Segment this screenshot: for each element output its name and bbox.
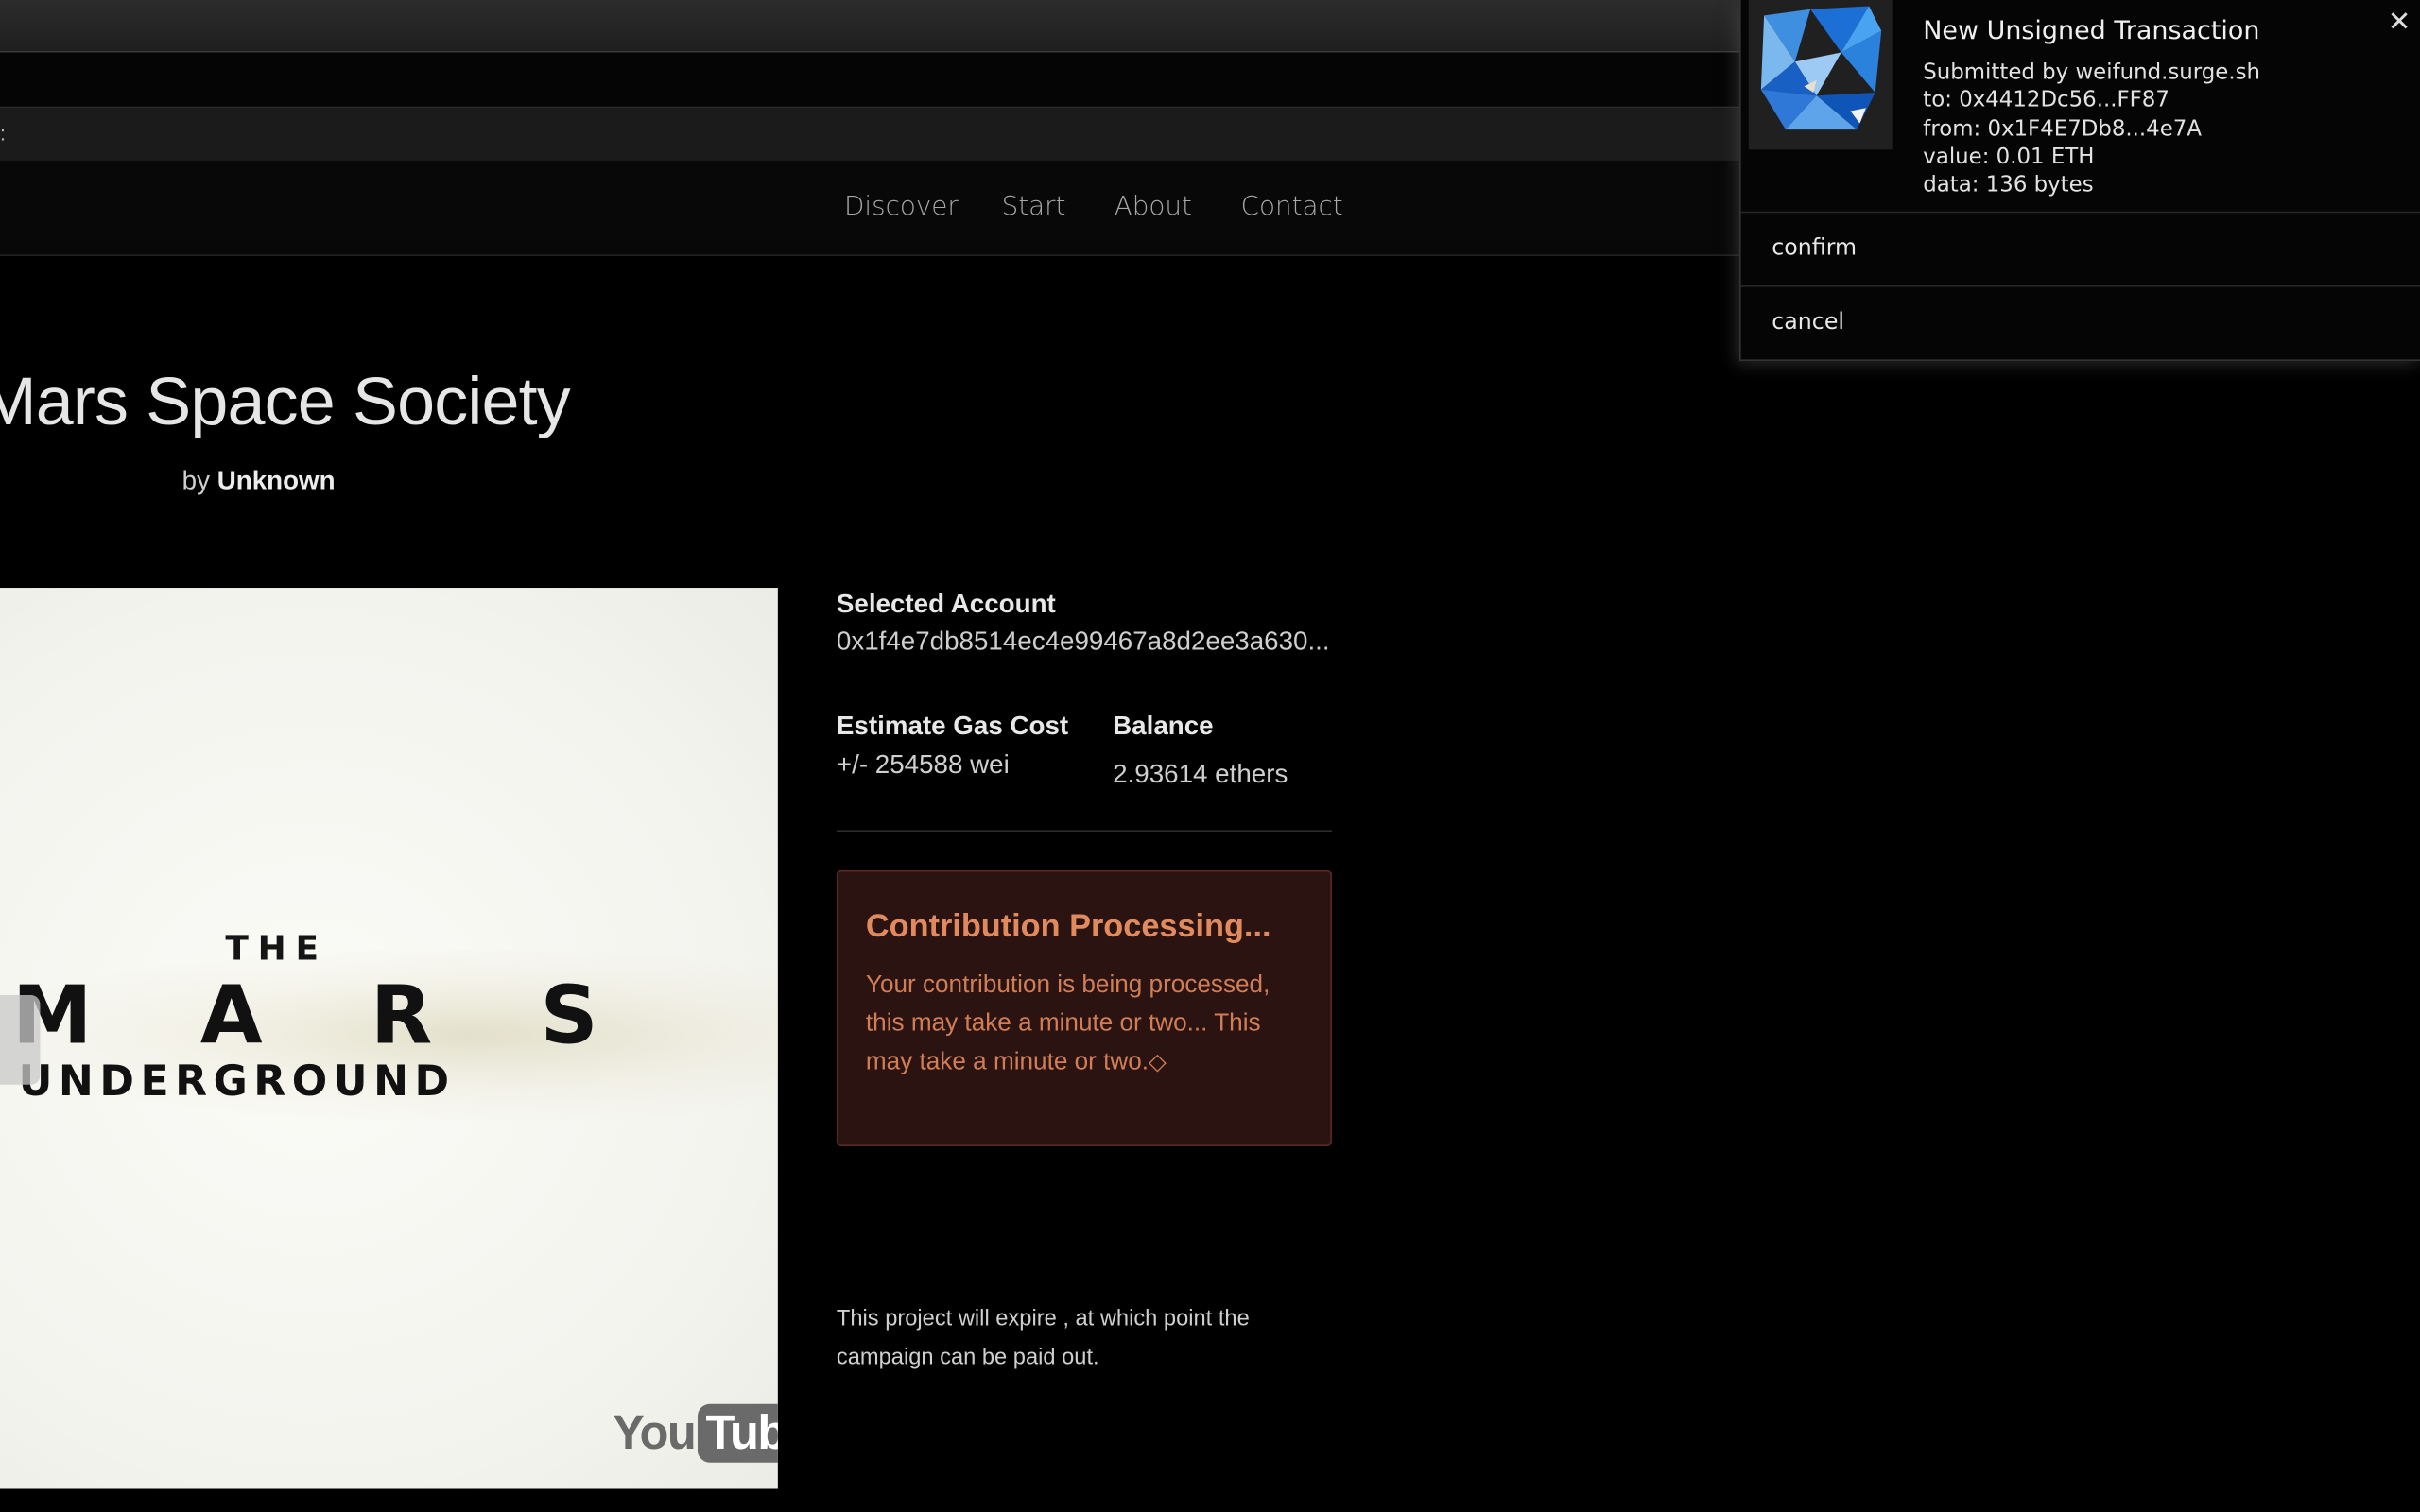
action-separator — [1740, 211, 2420, 214]
notification-value: value: 0.01 ETH — [1923, 145, 2095, 170]
alert-body: Your contribution is being processed, th… — [866, 966, 1313, 1081]
transaction-notification: ✕ New Unsigned Transaction Submitted by … — [1739, 0, 2420, 362]
gas-cost-value: +/- 254588 wei — [836, 749, 1010, 780]
balance-label: Balance — [1113, 711, 1214, 741]
notification-data: data: 136 bytes — [1923, 172, 2094, 198]
selected-account-value: 0x1f4e7db8514ec4e99467a8d2ee3a630... — [836, 626, 1330, 656]
confirm-label: confirm — [1772, 235, 1858, 261]
video-title-the: THE — [225, 930, 328, 970]
action-separator — [1740, 285, 2420, 287]
nav-start[interactable]: Start — [1002, 191, 1066, 222]
youtube-you-text: You — [613, 1405, 697, 1460]
confirm-button[interactable]: confirm — [1741, 215, 2420, 285]
youtube-tube-text: Tube — [698, 1403, 778, 1463]
notification-title: New Unsigned Transaction — [1923, 15, 2260, 45]
video-title-underground: UNDERGROUND — [18, 1058, 456, 1107]
close-icon[interactable]: ✕ — [2388, 7, 2411, 39]
byline: by Unknown — [182, 466, 336, 497]
cancel-button[interactable]: cancel — [1741, 288, 2420, 359]
video-embed[interactable]: THE MARS UNDERGROUND You Tube — [0, 588, 778, 1489]
notification-from: from: 0x1F4E7Db8...4e7A — [1923, 116, 2202, 142]
notification-submitted-by: Submitted by weifund.surge.sh — [1923, 60, 2260, 85]
alert-title: Contribution Processing... — [865, 908, 1271, 945]
gas-cost-label: Estimate Gas Cost — [836, 711, 1069, 741]
video-side-tab[interactable] — [0, 995, 41, 1085]
nav-contact[interactable]: Contact — [1241, 191, 1343, 222]
page-title: Mars Space Society — [0, 364, 571, 440]
section-divider — [836, 830, 1332, 832]
nav-discover[interactable]: Discover — [844, 191, 959, 222]
metamask-fox-icon — [1748, 0, 1893, 150]
notification-to: to: 0x4412Dc56...FF87 — [1923, 88, 2169, 113]
diamond-glyph-icon: ◇ — [1149, 1047, 1167, 1075]
expire-notice: This project will expire , at which poin… — [836, 1306, 1250, 1369]
balance-value: 2.93614 ethers — [1113, 759, 1288, 789]
screen: : Discover Start About Contact Mars Spac… — [0, 0, 2420, 1512]
truncated-bookmark-glyph: : — [0, 121, 6, 146]
nav-about[interactable]: About — [1115, 191, 1192, 222]
processing-alert: Contribution Processing... Your contribu… — [836, 869, 1332, 1147]
alert-body-text: Your contribution is being processed, th… — [865, 971, 1270, 1075]
byline-prefix: by — [182, 466, 210, 496]
selected-account-label: Selected Account — [836, 589, 1056, 619]
cancel-label: cancel — [1772, 310, 1844, 335]
video-title-mars: MARS — [12, 970, 706, 1063]
youtube-logo-icon[interactable]: You Tube — [613, 1402, 778, 1464]
byline-author[interactable]: Unknown — [217, 466, 336, 495]
